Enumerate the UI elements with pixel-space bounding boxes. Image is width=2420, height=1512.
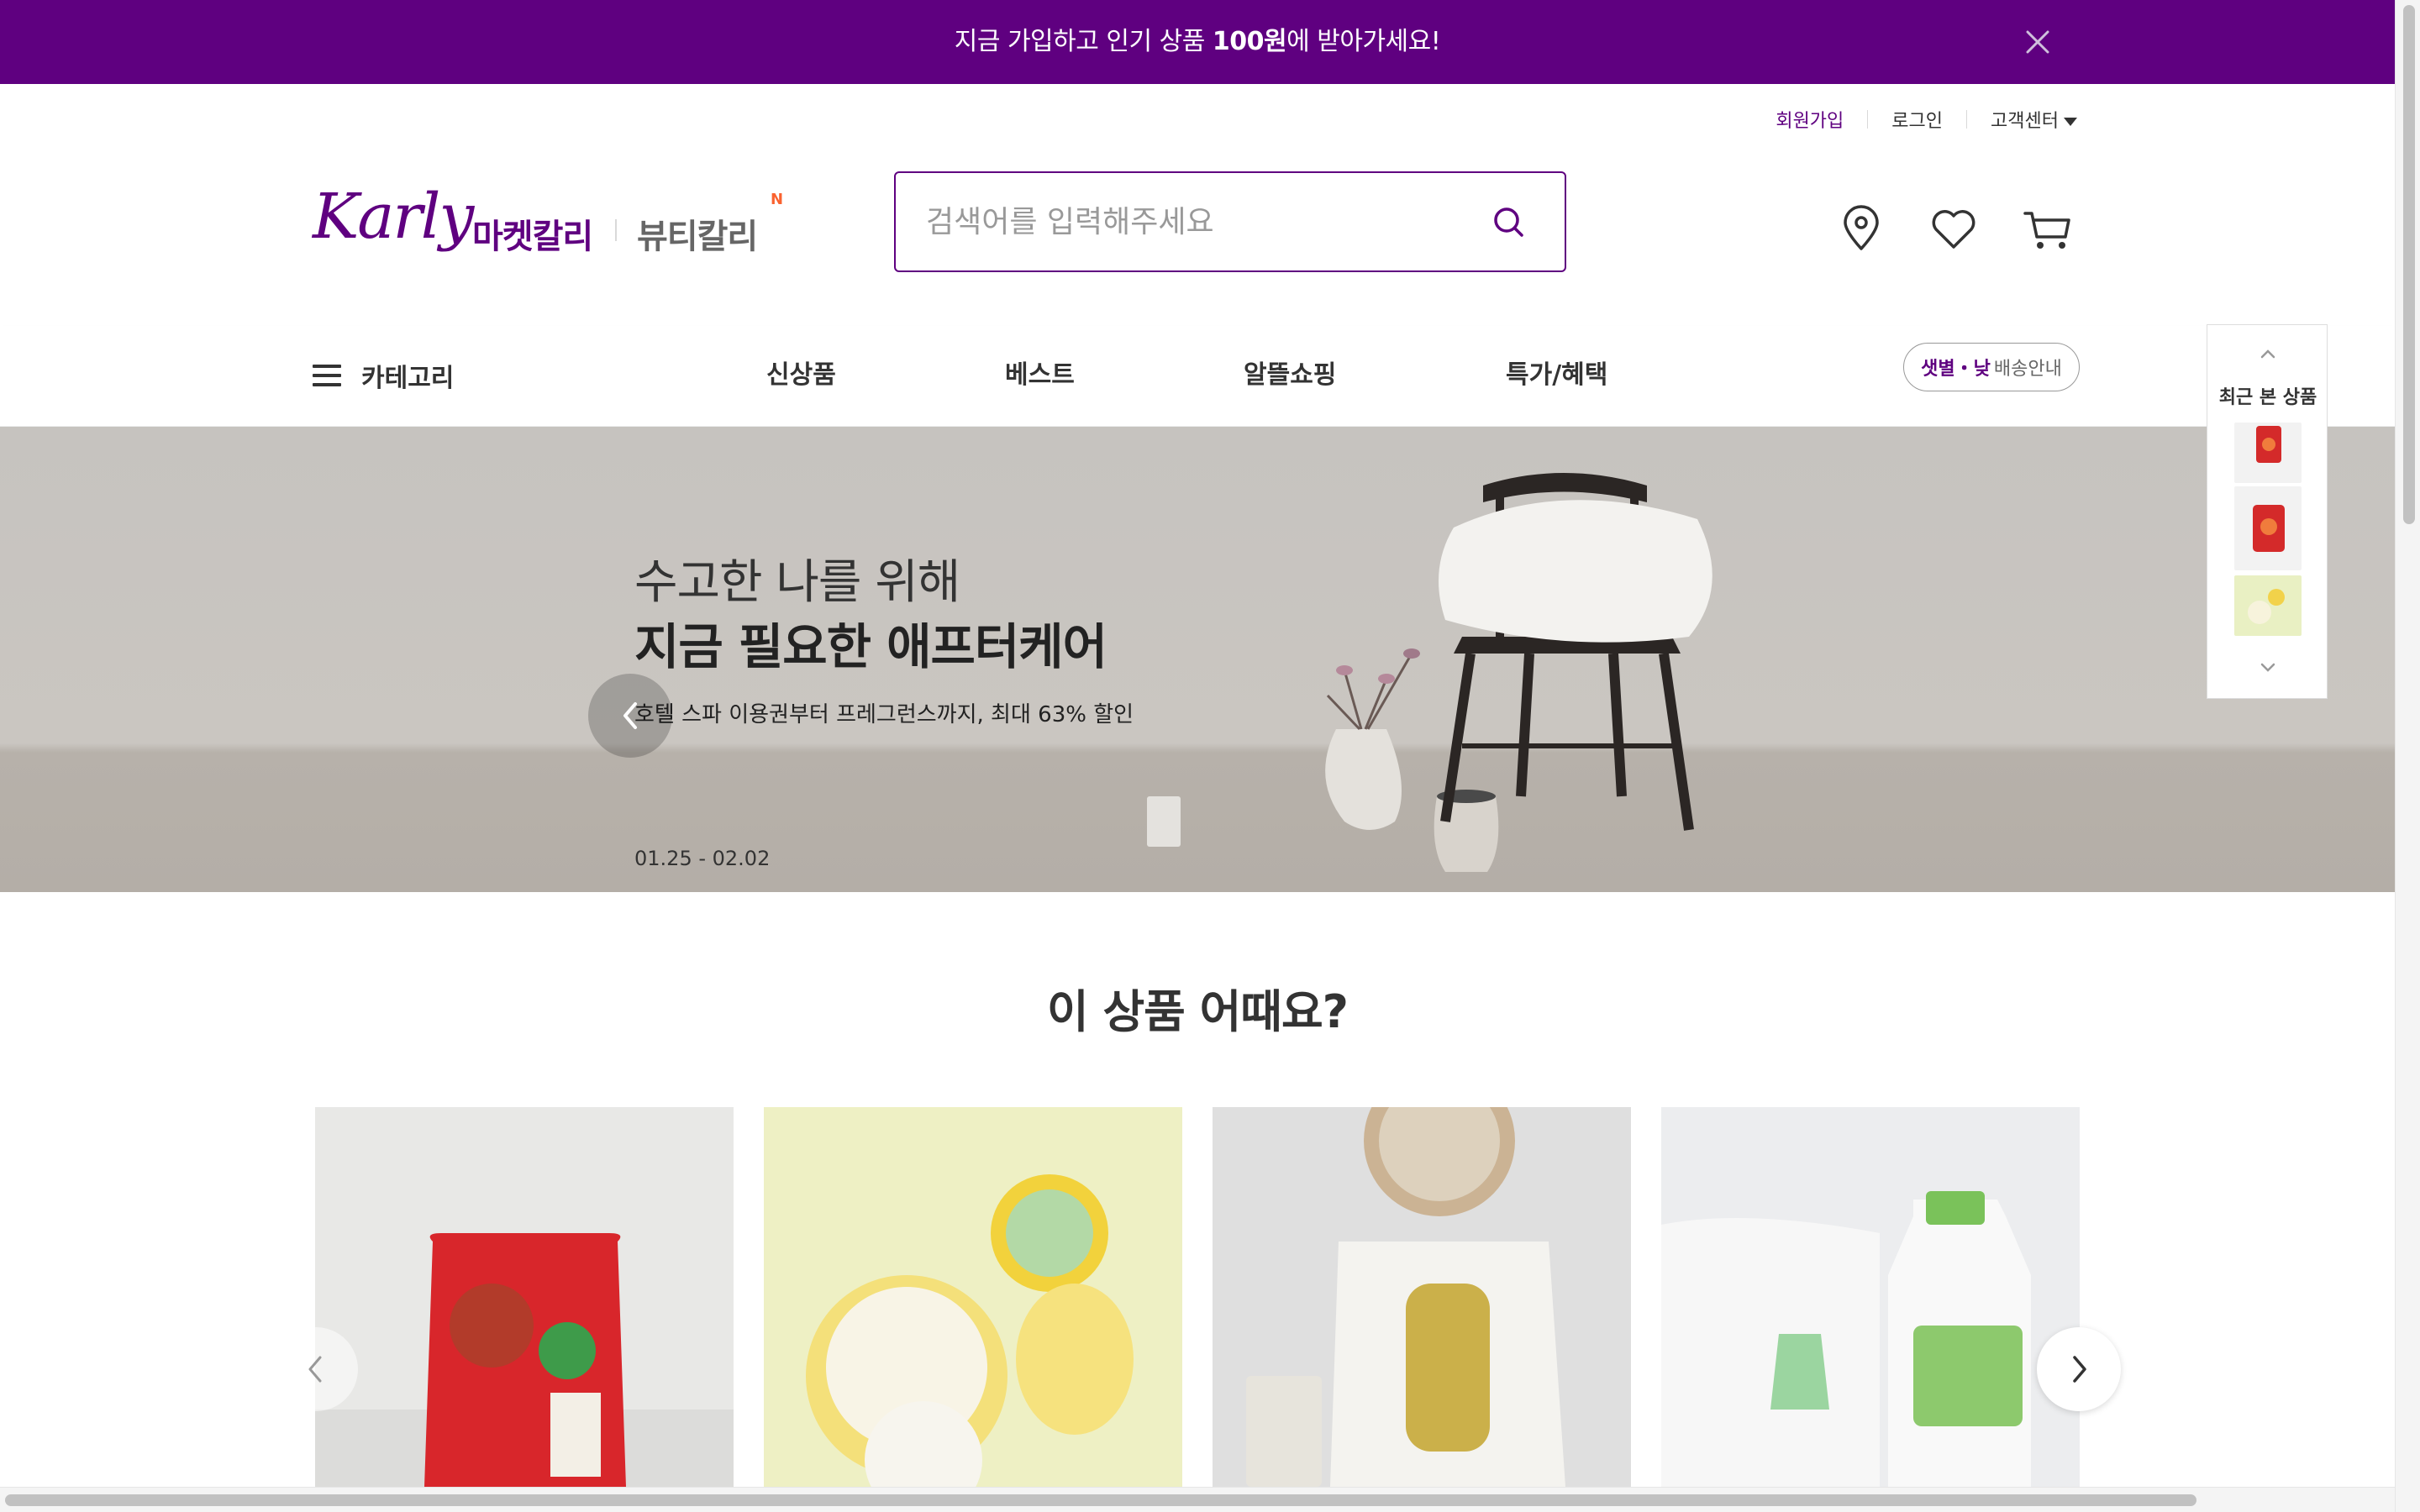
nav-best[interactable]: 베스트: [1005, 348, 1075, 403]
product-image: [806, 1174, 1134, 1487]
product-card[interactable]: [315, 1107, 734, 1487]
chevron-down-icon[interactable]: [2251, 654, 2285, 680]
chevron-up-icon[interactable]: [2251, 342, 2285, 367]
nav-thrifty-shopping[interactable]: 알뜰쇼핑: [1244, 348, 1336, 403]
new-badge: N: [771, 191, 784, 208]
promo-text-part: 에 받아가세요!: [1286, 27, 1441, 56]
global-nav: 카테고리 신상품 베스트 알뜰쇼핑 특가/혜택 샛별・낮 배송안내: [0, 326, 2395, 427]
promo-text-bold: 100원: [1212, 27, 1287, 56]
promo-text-part: 지금 가입하고 인기 상품: [954, 27, 1213, 56]
recent-item-thumbnail[interactable]: [2234, 575, 2302, 636]
section-title: 이 상품 어때요?: [1046, 985, 1349, 1038]
caret-down-icon: [2064, 118, 2077, 126]
delivery-info-button[interactable]: 샛별・낮 배송안내: [1903, 343, 2080, 391]
utility-links: 회원가입 로그인 고객센터: [1776, 104, 2077, 134]
banner-image: [1147, 473, 1712, 872]
tab-market-kurly[interactable]: 마켓칼리: [472, 209, 593, 258]
carousel-prev-button[interactable]: [274, 1327, 358, 1411]
karly-logo[interactable]: Karly: [313, 181, 474, 253]
delivery-highlight: 샛별・낮: [1921, 359, 1991, 380]
scrollbar-thumb[interactable]: [5, 1494, 2196, 1506]
chevron-left-icon: [623, 702, 637, 729]
search-input[interactable]: [926, 190, 1464, 254]
recently-viewed-panel: 최근 본 상품: [2207, 324, 2328, 699]
product-card[interactable]: [764, 1107, 1182, 1487]
product-image: [1661, 1107, 2080, 1487]
cart-icon[interactable]: [2018, 200, 2077, 259]
category-menu[interactable]: 카테고리: [313, 348, 454, 403]
recent-item-thumbnail[interactable]: [2234, 423, 2302, 483]
signup-link[interactable]: 회원가입: [1776, 106, 1844, 133]
vertical-scrollbar[interactable]: [2395, 0, 2420, 1512]
customer-center-link[interactable]: 고객센터: [1991, 106, 2077, 133]
nav-new-products[interactable]: 신상품: [766, 348, 836, 403]
category-label: 카테고리: [361, 364, 455, 393]
scrollbar-thumb[interactable]: [2403, 5, 2415, 524]
heart-icon[interactable]: [1924, 200, 1983, 259]
product-image: [315, 1233, 734, 1487]
product-image: [1246, 1107, 1565, 1487]
customer-center-label: 고객센터: [1991, 111, 2059, 132]
search-box: [894, 171, 1566, 272]
delivery-label: 배송안내: [1993, 359, 2062, 380]
location-icon[interactable]: [1832, 200, 1891, 259]
banner-subtitle: 수고한 나를 위해: [634, 555, 960, 610]
horizontal-scrollbar[interactable]: [0, 1487, 2395, 1512]
banner-title: 지금 필요한 애프터케어: [634, 618, 1107, 675]
chevron-left-icon: [308, 1356, 322, 1383]
promo-banner[interactable]: 지금 가입하고 인기 상품 100원에 받아가세요!: [0, 0, 2395, 84]
divider: [1867, 110, 1869, 129]
chevron-right-icon: [2073, 1356, 2086, 1383]
divider: [1966, 110, 1968, 129]
banner-date: 01.25 - 02.02: [634, 847, 771, 870]
tab-beauty-kurly[interactable]: 뷰티칼리: [637, 209, 758, 258]
carousel-next-button[interactable]: [2037, 1327, 2121, 1411]
login-link[interactable]: 로그인: [1891, 106, 1943, 133]
recent-item-thumbnail[interactable]: [2234, 486, 2302, 570]
banner-prev-button[interactable]: [588, 674, 672, 758]
product-card[interactable]: [1661, 1107, 2080, 1487]
recently-viewed-title: 최근 본 상품: [2218, 387, 2317, 408]
close-icon[interactable]: [2021, 25, 2054, 59]
divider: [615, 219, 617, 241]
nav-special-offers[interactable]: 특가/혜택: [1506, 348, 1607, 403]
product-card[interactable]: [1213, 1107, 1631, 1487]
hamburger-icon: [313, 365, 341, 386]
main-banner[interactable]: 수고한 나를 위해 지금 필요한 애프터케어 호텔 스파 이용권부터 프레그런스…: [0, 427, 2395, 892]
search-icon[interactable]: [1484, 198, 1534, 249]
banner-description: 호텔 스파 이용권부터 프레그런스까지, 최대 63% 할인: [634, 702, 1134, 727]
